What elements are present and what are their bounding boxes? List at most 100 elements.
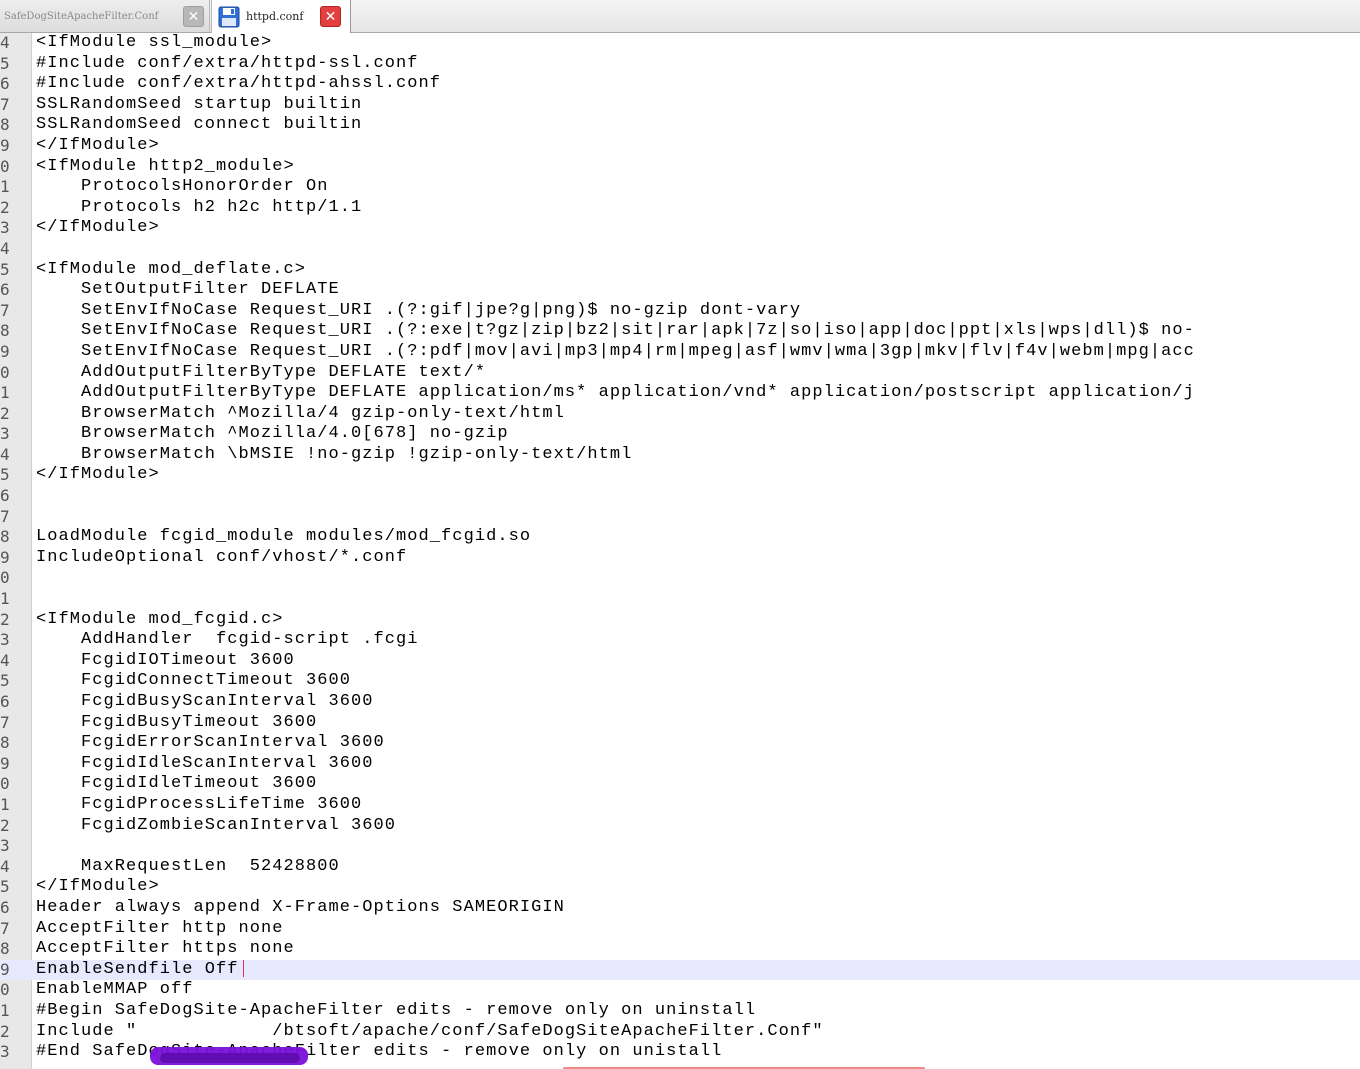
line-number: 3 <box>0 424 10 444</box>
line-text: EnableMMAP off <box>36 980 194 1000</box>
code-line[interactable]: 7 <box>0 507 1360 528</box>
line-text: BrowserMatch ^Mozilla/4.0[678] no-gzip <box>36 424 509 444</box>
code-line[interactable]: 1 #Begin SafeDogSite-ApacheFilter edits -… <box>0 1001 1360 1022</box>
code-line[interactable]: 5 #Include conf/extra/httpd-ssl.conf <box>0 54 1360 75</box>
code-line[interactable]: 2 <IfModule mod_fcgid.c> <box>0 610 1360 631</box>
line-text: <IfModule ssl_module> <box>36 33 273 52</box>
floppy-disk-icon <box>218 6 240 27</box>
line-text: </IfModule> <box>36 877 160 897</box>
code-line[interactable]: 3 AddHandler fcgid-script .fcgi <box>0 630 1360 651</box>
code-line[interactable]: 9 FcgidIdleScanInterval 3600 <box>0 754 1360 775</box>
code-editor[interactable]: 4 <IfModule ssl_module> 5 #Include conf/ext… <box>0 33 1360 1069</box>
line-text: FcgidConnectTimeout 3600 <box>36 671 352 691</box>
line-text: IncludeOptional conf/vhost/*.conf <box>36 547 408 567</box>
line-number: 5 <box>0 465 10 485</box>
code-line[interactable]: 8 LoadModule fcgid_module modules/mod_fcg… <box>0 527 1360 548</box>
code-line[interactable]: 8 SSLRandomSeed connect builtin <box>0 115 1360 136</box>
tab-label: SafeDogSiteApacheFilter.Conf <box>4 10 159 22</box>
code-line[interactable]: 4 BrowserMatch \bMSIE !no-gzip !gzip-onl… <box>0 445 1360 466</box>
code-line[interactable]: 9 SetEnvIfNoCase Request_URI .(?:pdf|mov… <box>0 342 1360 363</box>
code-line[interactable]: 1 AddOutputFilterByType DEFLATE applicat… <box>0 383 1360 404</box>
code-line[interactable]: 6 FcgidBusyScanInterval 3600 <box>0 692 1360 713</box>
line-text: FcgidIdleTimeout 3600 <box>36 774 318 794</box>
line-text: </IfModule> <box>36 218 160 238</box>
code-line[interactable]: 7 SetEnvIfNoCase Request_URI .(?:gif|jpe… <box>0 301 1360 322</box>
code-line[interactable]: 2 Include " /btsoft/apache/conf/SafeDogSi… <box>0 1022 1360 1043</box>
tab-bar: SafeDogSiteApacheFilter.Conf ✕ httpd.con… <box>0 0 1360 33</box>
line-number: 8 <box>0 115 10 135</box>
line-text: SetEnvIfNoCase Request_URI .(?:gif|jpe?g… <box>36 300 802 320</box>
close-icon[interactable]: ✕ <box>320 6 341 27</box>
line-text: FcgidZombieScanInterval 3600 <box>36 815 397 835</box>
code-line[interactable]: 3 </IfModule> <box>0 218 1360 239</box>
line-number: 2 <box>0 403 10 423</box>
line-text: AcceptFilter https none <box>36 939 295 959</box>
code-line[interactable]: 4 MaxRequestLen 52428800 <box>0 857 1360 878</box>
tab-label: httpd.conf <box>246 10 304 23</box>
line-text: #End SafeDogSite-ApacheFilter edits - re… <box>36 1042 723 1062</box>
line-number: 7 <box>0 918 10 938</box>
code-line[interactable]: 8 FcgidErrorScanInterval 3600 <box>0 733 1360 754</box>
tab-safedog-conf[interactable]: SafeDogSiteApacheFilter.Conf ✕ <box>0 0 210 32</box>
code-line[interactable]: 4 <IfModule ssl_module> <box>0 33 1360 54</box>
code-line[interactable]: 6 SetOutputFilter DEFLATE <box>0 280 1360 301</box>
code-line[interactable]: 0 EnableMMAP off <box>0 980 1360 1001</box>
line-number: 1 <box>0 794 10 814</box>
code-line[interactable]: 4 <box>0 239 1360 260</box>
code-line[interactable]: 0 FcgidIdleTimeout 3600 <box>0 774 1360 795</box>
code-line[interactable]: 8 SetEnvIfNoCase Request_URI .(?:exe|t?g… <box>0 321 1360 342</box>
line-number: 8 <box>0 527 10 547</box>
code-line[interactable]: 0 <IfModule http2_module> <box>0 157 1360 178</box>
code-line[interactable]: 8 AcceptFilter https none <box>0 939 1360 960</box>
code-line[interactable]: 1 FcgidProcessLifeTime 3600 <box>0 795 1360 816</box>
line-text: EnableSendfile Off <box>36 960 244 981</box>
code-line[interactable]: 9 EnableSendfile Off <box>0 959 1360 981</box>
code-line[interactable]: 2 BrowserMatch ^Mozilla/4 gzip-only-text… <box>0 404 1360 425</box>
line-text: FcgidIOTimeout 3600 <box>36 650 295 670</box>
line-text: FcgidBusyScanInterval 3600 <box>36 692 374 711</box>
line-number: 2 <box>0 197 10 217</box>
code-lines[interactable]: 4 <IfModule ssl_module> 5 #Include conf/ext… <box>0 33 1360 1063</box>
line-number: 7 <box>0 300 10 320</box>
line-number: 0 <box>0 362 10 382</box>
code-line[interactable]: 5 <IfModule mod_deflate.c> <box>0 260 1360 281</box>
code-line[interactable]: 2 Protocols h2 h2c http/1.1 <box>0 198 1360 219</box>
code-line[interactable]: 0 <box>0 568 1360 589</box>
line-text: SetEnvIfNoCase Request_URI .(?:exe|t?gz|… <box>36 321 1195 341</box>
code-line[interactable]: 6 Header always append X-Frame-Options SA… <box>0 898 1360 919</box>
code-line[interactable]: 1 <box>0 589 1360 610</box>
code-line[interactable]: 5 </IfModule> <box>0 877 1360 898</box>
code-line[interactable]: 7 AcceptFilter http none <box>0 919 1360 940</box>
code-line[interactable]: 2 FcgidZombieScanInterval 3600 <box>0 816 1360 837</box>
line-number: 9 <box>0 547 10 567</box>
code-line[interactable]: 7 SSLRandomSeed startup builtin <box>0 95 1360 116</box>
code-line[interactable]: 3 BrowserMatch ^Mozilla/4.0[678] no-gzip <box>0 424 1360 445</box>
tab-httpd-conf[interactable]: httpd.conf ✕ <box>211 0 351 33</box>
code-line[interactable]: 6 #Include conf/extra/httpd-ahssl.conf <box>0 74 1360 95</box>
code-line[interactable]: 1 ProtocolsHonorOrder On <box>0 177 1360 198</box>
line-text: SetOutputFilter DEFLATE <box>36 280 340 300</box>
code-line[interactable]: 3 <box>0 836 1360 857</box>
line-text: AddOutputFilterByType DEFLATE text/* <box>36 362 487 382</box>
line-number: 6 <box>0 486 10 506</box>
code-line[interactable]: 6 <box>0 486 1360 507</box>
line-number: 0 <box>0 980 10 1000</box>
line-text: <IfModule http2_module> <box>36 156 295 176</box>
line-number: 7 <box>0 712 10 732</box>
code-line[interactable]: 4 FcgidIOTimeout 3600 <box>0 651 1360 672</box>
line-number: 3 <box>0 1042 10 1062</box>
text-caret <box>242 959 244 977</box>
line-text: SSLRandomSeed connect builtin <box>36 115 363 135</box>
code-line[interactable]: 5 </IfModule> <box>0 465 1360 486</box>
line-number: 1 <box>0 383 10 403</box>
line-text: MaxRequestLen 52428800 <box>36 856 340 876</box>
code-line[interactable]: 9 </IfModule> <box>0 136 1360 157</box>
code-line[interactable]: 5 FcgidConnectTimeout 3600 <box>0 671 1360 692</box>
line-text: FcgidBusyTimeout 3600 <box>36 712 318 732</box>
line-number: 3 <box>0 836 10 856</box>
code-line[interactable]: 9 IncludeOptional conf/vhost/*.conf <box>0 548 1360 569</box>
close-icon[interactable]: ✕ <box>183 6 204 27</box>
line-number: 5 <box>0 259 10 279</box>
code-line[interactable]: 0 AddOutputFilterByType DEFLATE text/* <box>0 363 1360 384</box>
code-line[interactable]: 7 FcgidBusyTimeout 3600 <box>0 713 1360 734</box>
